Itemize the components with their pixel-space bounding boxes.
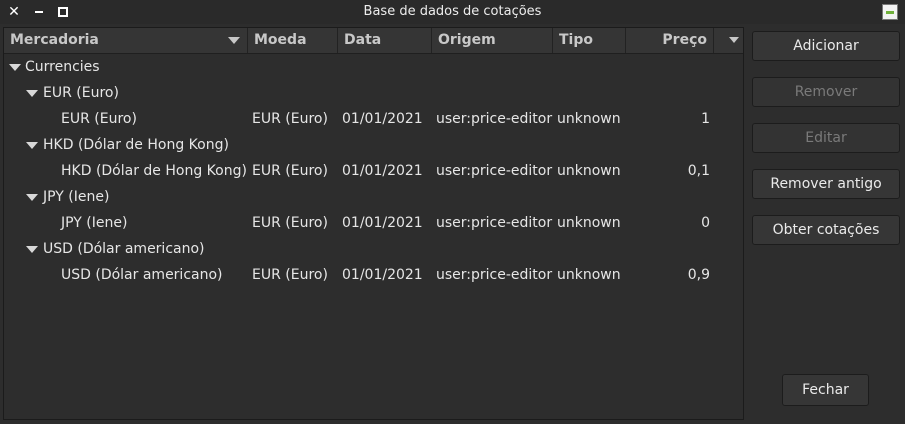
remove-button[interactable]: Remover: [752, 77, 900, 107]
group-label: EUR (Euro): [43, 85, 119, 101]
column-label-commodity: Mercadoria: [10, 32, 99, 48]
column-header-commodity[interactable]: Mercadoria: [4, 28, 248, 53]
table-row[interactable]: USD (Dólar americano) EUR (Euro) 01/01/2…: [4, 262, 743, 288]
column-header-source[interactable]: Origem: [432, 28, 553, 53]
column-header-price[interactable]: Preço: [626, 28, 714, 53]
get-quotes-button[interactable]: Obter cotações: [752, 215, 900, 245]
group-label: JPY (Iene): [43, 189, 110, 205]
cell-currency: EUR (Euro): [252, 215, 328, 231]
price-tree-view[interactable]: Mercadoria Moeda Data Origem Tipo Preço …: [3, 27, 744, 420]
cell-date: 01/01/2021: [342, 111, 423, 127]
cell-type: unknown: [557, 163, 621, 179]
cell-source: user:price-editor: [436, 267, 553, 283]
close-button[interactable]: Fechar: [782, 374, 869, 406]
column-header-date[interactable]: Data: [338, 28, 432, 53]
table-row[interactable]: EUR (Euro) EUR (Euro) 01/01/2021 user:pr…: [4, 106, 743, 132]
title-bar: ✕ Base de dados de cotações: [0, 0, 905, 24]
cell-currency: EUR (Euro): [252, 163, 328, 179]
cell-date: 01/01/2021: [342, 215, 423, 231]
cell-currency: EUR (Euro): [252, 267, 328, 283]
group-label: HKD (Dólar de Hong Kong): [43, 137, 229, 153]
cell-price: 0,1: [687, 163, 710, 179]
cell-price: 0: [701, 215, 710, 231]
add-button[interactable]: Adicionar: [752, 31, 900, 61]
expand-arrow-icon[interactable]: [26, 246, 38, 253]
edit-button[interactable]: Editar: [752, 123, 900, 153]
remove-old-button[interactable]: Remover antigo: [752, 169, 900, 199]
expand-arrow-icon[interactable]: [26, 194, 38, 201]
cell-date: 01/01/2021: [342, 267, 423, 283]
cell-currency: EUR (Euro): [252, 111, 328, 127]
cell-commodity: USD (Dólar americano): [61, 267, 223, 283]
tree-row-group[interactable]: EUR (Euro): [4, 80, 743, 106]
cell-type: unknown: [557, 215, 621, 231]
column-header-type[interactable]: Tipo: [553, 28, 626, 53]
column-menu-icon[interactable]: [729, 37, 739, 43]
cell-commodity: JPY (Iene): [61, 215, 128, 231]
cell-source: user:price-editor: [436, 163, 553, 179]
root-label: Currencies: [25, 59, 100, 75]
cell-source: user:price-editor: [436, 215, 553, 231]
tree-row-group[interactable]: USD (Dólar americano): [4, 236, 743, 262]
window-title: Base de dados de cotações: [363, 4, 542, 19]
cell-price: 1: [701, 111, 710, 127]
cell-type: unknown: [557, 111, 621, 127]
cell-commodity: HKD (Dólar de Hong Kong): [61, 163, 247, 179]
app-icon: [882, 4, 898, 20]
expand-arrow-icon[interactable]: [26, 142, 38, 149]
tree-row-group[interactable]: HKD (Dólar de Hong Kong): [4, 132, 743, 158]
group-label: USD (Dólar americano): [43, 241, 205, 257]
expand-arrow-icon[interactable]: [26, 90, 38, 97]
cell-price: 0,9: [687, 267, 710, 283]
sort-descending-icon: [228, 37, 240, 44]
column-header-currency[interactable]: Moeda: [248, 28, 338, 53]
cell-commodity: EUR (Euro): [61, 111, 137, 127]
cell-source: user:price-editor: [436, 111, 553, 127]
tree-header: Mercadoria Moeda Data Origem Tipo Preço: [4, 28, 743, 54]
table-row[interactable]: HKD (Dólar de Hong Kong) EUR (Euro) 01/0…: [4, 158, 743, 184]
expand-arrow-icon[interactable]: [9, 64, 21, 71]
tree-row-group[interactable]: JPY (Iene): [4, 184, 743, 210]
tree-row-root[interactable]: Currencies: [4, 54, 743, 80]
table-row[interactable]: JPY (Iene) EUR (Euro) 01/01/2021 user:pr…: [4, 210, 743, 236]
cell-type: unknown: [557, 267, 621, 283]
cell-date: 01/01/2021: [342, 163, 423, 179]
